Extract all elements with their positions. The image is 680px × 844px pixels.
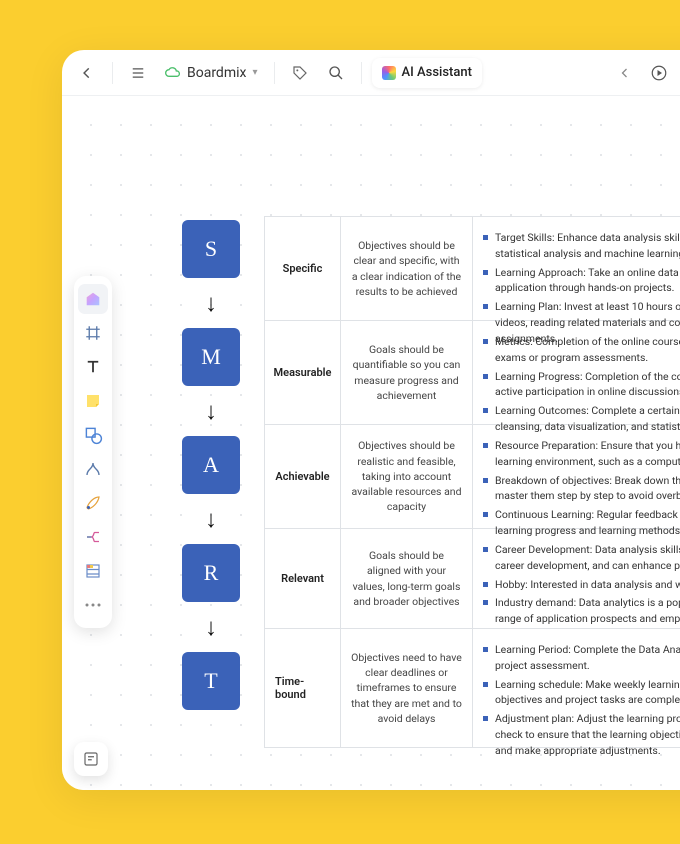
smart-label: Measurable — [265, 321, 341, 424]
left-toolbar — [74, 276, 112, 628]
app-window: Boardmix ▾ AI Assistant — [62, 50, 680, 790]
detail-item: Learning Outcomes: Complete a certain nu… — [483, 403, 680, 435]
chevron-left-icon — [80, 66, 94, 80]
table-row: Specific Objectives should be clear and … — [265, 217, 680, 321]
board-name-dropdown[interactable]: Boardmix ▾ — [159, 58, 264, 88]
more-icon — [84, 602, 102, 608]
comment-panel-button[interactable] — [74, 742, 108, 776]
detail-item: Resource Preparation: Ensure that you ha… — [483, 438, 680, 470]
text-icon — [84, 358, 102, 376]
arrow-down-icon: ↓ — [205, 296, 217, 310]
table-row: Achievable Objectives should be realisti… — [265, 425, 680, 529]
arrow-down-icon: ↓ — [205, 512, 217, 526]
menu-button[interactable] — [123, 58, 153, 88]
smart-description: Objectives need to have clear deadlines … — [341, 629, 473, 747]
detail-item: Metrics: Completion of the online course… — [483, 334, 680, 366]
tool-shapes[interactable] — [78, 420, 108, 450]
back-button[interactable] — [72, 58, 102, 88]
search-icon — [328, 65, 344, 81]
smart-node-a[interactable]: A — [182, 436, 240, 494]
smart-description: Objectives should be clear and specific,… — [341, 217, 473, 320]
smart-label: Achievable — [265, 425, 341, 528]
grid-icon — [84, 562, 102, 580]
comment-list-icon — [82, 750, 100, 768]
search-button[interactable] — [321, 58, 351, 88]
table-row: Time-bound Objectives need to have clear… — [265, 629, 680, 747]
canvas[interactable]: S ↓ M ↓ A ↓ R ↓ T Specific Objectives sh… — [62, 96, 680, 790]
smart-node-s[interactable]: S — [182, 220, 240, 278]
smart-details: Learning Period: Complete the Data Analy… — [473, 629, 680, 747]
tool-shapes-logo[interactable] — [78, 284, 108, 314]
smart-details: Career Development: Data analysis skills… — [473, 529, 680, 628]
smart-label: Specific — [265, 217, 341, 320]
brush-icon — [84, 494, 102, 512]
smart-node-t[interactable]: T — [182, 652, 240, 710]
tool-frame[interactable] — [78, 318, 108, 348]
smart-table[interactable]: Specific Objectives should be clear and … — [264, 216, 680, 748]
detail-item: Learning Period: Complete the Data Analy… — [483, 642, 680, 674]
topbar: Boardmix ▾ AI Assistant — [62, 50, 680, 96]
detail-item: Continuous Learning: Regular feedback an… — [483, 507, 680, 539]
arrow-down-icon: ↓ — [205, 404, 217, 418]
ai-assistant-label: AI Assistant — [402, 65, 472, 80]
detail-item: Breakdown of objectives: Break down the … — [483, 473, 680, 505]
cloud-synced-icon — [165, 67, 181, 79]
detail-item: Target Skills: Enhance data analysis ski… — [483, 230, 680, 262]
detail-item: Learning Progress: Completion of the cou… — [483, 369, 680, 401]
tool-more[interactable] — [78, 590, 108, 620]
detail-item: Adjustment plan: Adjust the learning pro… — [483, 711, 680, 758]
play-button[interactable] — [644, 58, 674, 88]
tag-button[interactable] — [285, 58, 315, 88]
divider — [274, 62, 275, 84]
smart-node-r[interactable]: R — [182, 544, 240, 602]
tag-icon — [292, 65, 308, 81]
smart-details: Metrics: Completion of the online course… — [473, 321, 680, 424]
detail-item: Career Development: Data analysis skills… — [483, 542, 680, 574]
tool-connector[interactable] — [78, 454, 108, 484]
smart-description: Goals should be quantifiable so you can … — [341, 321, 473, 424]
smart-description: Objectives should be realistic and feasi… — [341, 425, 473, 528]
smart-details: Target Skills: Enhance data analysis ski… — [473, 217, 680, 320]
chevron-down-icon: ▾ — [252, 67, 257, 78]
smart-diagram: S ↓ M ↓ A ↓ R ↓ T Specific Objectives sh… — [182, 216, 680, 748]
table-row: Measurable Goals should be quantifiable … — [265, 321, 680, 425]
shape-logo-icon — [84, 290, 102, 308]
smart-node-m[interactable]: M — [182, 328, 240, 386]
detail-item: Learning schedule: Make weekly learning … — [483, 677, 680, 709]
detail-item: Hobby: Interested in data analysis and w… — [483, 577, 680, 593]
shapes-icon — [84, 426, 103, 445]
tool-mindmap[interactable] — [78, 522, 108, 552]
topbar-right — [604, 50, 680, 96]
smart-label: Time-bound — [265, 629, 341, 747]
divider — [112, 62, 113, 84]
tool-brush[interactable] — [78, 488, 108, 518]
tool-table[interactable] — [78, 556, 108, 586]
smart-description: Goals should be aligned with your values… — [341, 529, 473, 628]
sticky-note-icon — [84, 392, 102, 410]
smart-details: Resource Preparation: Ensure that you ha… — [473, 425, 680, 528]
tool-text[interactable] — [78, 352, 108, 382]
tool-sticky-note[interactable] — [78, 386, 108, 416]
smart-nodes-column: S ↓ M ↓ A ↓ R ↓ T — [182, 216, 240, 748]
smart-label: Relevant — [265, 529, 341, 628]
detail-item: Industry demand: Data analytics is a pop… — [483, 595, 680, 627]
frame-icon — [84, 324, 102, 342]
arrow-down-icon: ↓ — [205, 620, 217, 634]
table-row: Relevant Goals should be aligned with yo… — [265, 529, 680, 629]
mindmap-icon — [84, 528, 102, 546]
ai-logo-icon — [382, 66, 396, 80]
expand-panel-button[interactable] — [610, 58, 640, 88]
divider — [361, 62, 362, 84]
chevron-left-icon — [619, 67, 631, 79]
board-name-label: Boardmix — [187, 65, 246, 81]
pen-icon — [84, 460, 102, 478]
hamburger-icon — [130, 66, 146, 80]
ai-assistant-button[interactable]: AI Assistant — [372, 58, 482, 88]
detail-item: Learning Approach: Take an online data a… — [483, 265, 680, 297]
play-circle-icon — [650, 64, 668, 82]
